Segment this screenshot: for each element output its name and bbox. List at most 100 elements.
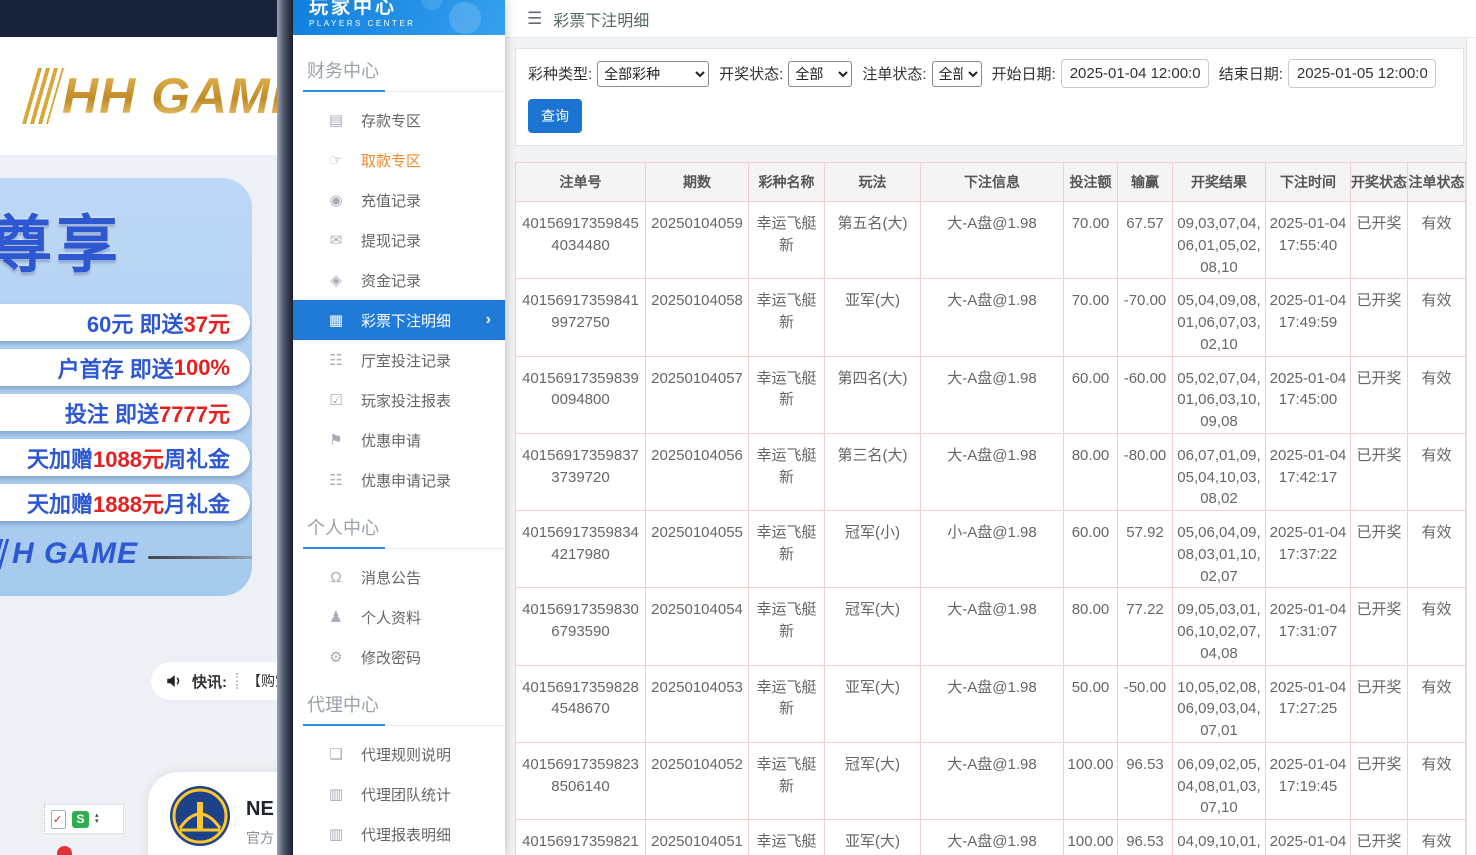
table-row: 401569173598284548670 20250104053 幸运飞艇新 … [516,665,1466,742]
green-s-icon[interactable]: S [72,811,89,828]
table-cell: 幸运飞艇新 [749,279,825,356]
table-cell: 已开奖 [1351,356,1408,433]
table-cell: 09,03,07,04,06,01,05,02,08,10 [1173,202,1266,279]
table-cell: 60.00 [1064,356,1118,433]
main-panel: ☰ 彩票下注明细 彩种类型: 全部彩种 开奖状态: 全部 [505,0,1476,855]
query-button[interactable]: 查询 [528,99,582,133]
menu-toggle-icon[interactable]: ☰ [527,9,542,29]
sidebar-body: 财务中心 ▤ 存款专区 ☞ 取款专区 ◉ 充值记录 ✉ 提现记录 ◈ 资金记录 [293,35,505,855]
top-navy-bar [0,0,277,37]
sidebar-item-agent-team-stats[interactable]: ▥ 代理团队统计 [293,774,505,814]
table-cell: 05,02,07,04,01,06,03,10,09,08 [1173,356,1266,433]
list-icon: ☷ [327,471,345,489]
wallet-icon: ✉ [327,231,345,249]
sidebar-item-agent-report-details[interactable]: ▥ 代理报表明细 [293,814,505,854]
arrow-down-icon[interactable]: ▾ [95,819,99,825]
toolbar-arrows[interactable]: ▴▾ [95,813,99,825]
sidebar-item-label: 提现记录 [361,230,421,251]
table-cell: 401569173598373739720 [516,433,646,510]
table-cell: 幸运飞艇新 [749,356,825,433]
col-bet-status: 注单状态 [1408,163,1466,202]
ticker-divider [236,673,238,689]
sidebar-item-label: 厅室投注记录 [361,350,451,371]
table-cell: -50.00 [1118,665,1173,742]
section-agent: 代理中心 [303,691,505,726]
sidebar-item-withdraw-zone[interactable]: ☞ 取款专区 [293,140,505,180]
sidebar-item-recharge-records[interactable]: ◉ 充值记录 [293,180,505,220]
table-cell: 幸运飞艇新 [749,202,825,279]
draw-status-label: 开奖状态: [719,63,783,84]
table-cell: 10,05,02,08,06,09,03,04,07,01 [1173,665,1266,742]
table-cell: 冠军(小) [825,511,921,588]
section-personal-title: 个人中心 [303,514,505,540]
end-date-input[interactable] [1288,59,1436,88]
table-row: 401569173598454034480 20250104059 幸运飞艇新 … [516,202,1466,279]
table-cell: 20250104058 [646,279,749,356]
table-cell: 401569173598213878790 [516,820,646,855]
scrollbar-track[interactable] [1466,38,1476,855]
promo-banner[interactable]: 尊享 60元 即送37元 户首存 即送100% 投注 即送7777元 天加赠10… [0,178,252,596]
sidebar-item-hall-bet-records[interactable]: ☷ 厅室投注记录 [293,340,505,380]
pill-highlight: 7777元 [159,397,230,429]
filter-row: 彩种类型: 全部彩种 开奖状态: 全部 注单状态: [528,59,1451,88]
pill-text: 天加赠 [27,442,93,474]
table-cell: 77.22 [1118,588,1173,665]
sidebar-item-promo-apply-records[interactable]: ☷ 优惠申请记录 [293,460,505,500]
speaker-icon [165,672,183,690]
hand-cash-icon: ☞ [327,151,345,169]
sidebar-item-funds-records[interactable]: ◈ 资金记录 [293,260,505,300]
table-cell: 05,04,09,08,01,06,07,03,02,10 [1173,279,1266,356]
extension-toolbar[interactable]: S ▴▾ [44,804,124,834]
sidebar-item-profile[interactable]: ♟ 个人资料 [293,597,505,637]
sidebar-item-label: 取款专区 [361,150,421,171]
sidebar-item-deposit-zone[interactable]: ▤ 存款专区 [293,100,505,140]
sidebar-item-player-bet-report[interactable]: ☑ 玩家投注报表 [293,380,505,420]
table-cell: 冠军(大) [825,742,921,819]
table-cell: 第五名(大) [825,202,921,279]
document-icon: ❏ [327,745,345,763]
sidebar-item-withdraw-records[interactable]: ✉ 提现记录 [293,220,505,260]
table-cell: 401569173598390094800 [516,356,646,433]
sidebar-item-label: 存款专区 [361,110,421,131]
screen: HH GAME 尊享 60元 即送37元 户首存 即送100% 投注 即送777… [0,0,1476,855]
table-cell: 幸运飞艇新 [749,588,825,665]
newspaper-icon: ▥ [327,785,345,803]
table-cell: 2025-01-04 17:19:45 [1266,742,1351,819]
person-icon: ♟ [327,608,345,626]
promo-pill: 天加赠1888元月礼金 [0,484,250,521]
bell-icon: Ω [327,569,345,586]
bet-status-select[interactable]: 全部 [932,61,982,87]
table-cell: 401569173598454034480 [516,202,646,279]
promo-pill: 天加赠1088元周礼金 [0,439,250,476]
drawer-shadow [277,0,293,855]
table-cell: 已开奖 [1351,742,1408,819]
lottery-type-group: 彩种类型: 全部彩种 [528,61,709,87]
col-bet-amount: 投注额 [1064,163,1118,202]
table-cell: 70.00 [1064,202,1118,279]
table-cell: 04,09,10,01,02,03,05,07,06,08 [1173,820,1266,855]
table-cell: 20250104052 [646,742,749,819]
sidebar-item-agent-rules[interactable]: ❏ 代理规则说明 [293,734,505,774]
sidebar-item-label: 代理规则说明 [361,744,451,765]
end-date-label: 结束日期: [1219,63,1283,84]
table-row: 401569173598213878790 20250104051 幸运飞艇新 … [516,820,1466,855]
sidebar-item-label: 玩家投注报表 [361,390,451,411]
draw-status-select[interactable]: 全部 [788,61,852,87]
col-bet-id: 注单号 [516,163,646,202]
start-date-input[interactable] [1061,59,1209,88]
table-cell: 2025-01-04 17:45:00 [1266,356,1351,433]
table-cell: 80.00 [1064,433,1118,510]
sidebar-item-change-password[interactable]: ⚙ 修改密码 [293,637,505,677]
start-date-label: 开始日期: [992,63,1056,84]
sidebar-item-messages[interactable]: Ω 消息公告 [293,557,505,597]
list-icon: ☷ [327,351,345,369]
sidebar-item-lottery-bet-details[interactable]: ▦ 彩票下注明细 › [293,300,505,340]
document-check-icon[interactable] [51,810,66,829]
col-bet-time: 下注时间 [1266,163,1351,202]
sidebar-item-promo-apply[interactable]: ⚑ 优惠申请 [293,420,505,460]
col-draw-status: 开奖状态 [1351,163,1408,202]
team-logo-icon [168,784,232,848]
col-win-loss: 输赢 [1118,163,1173,202]
lottery-type-select[interactable]: 全部彩种 [597,61,709,87]
money-bag-icon: ◉ [327,191,345,209]
